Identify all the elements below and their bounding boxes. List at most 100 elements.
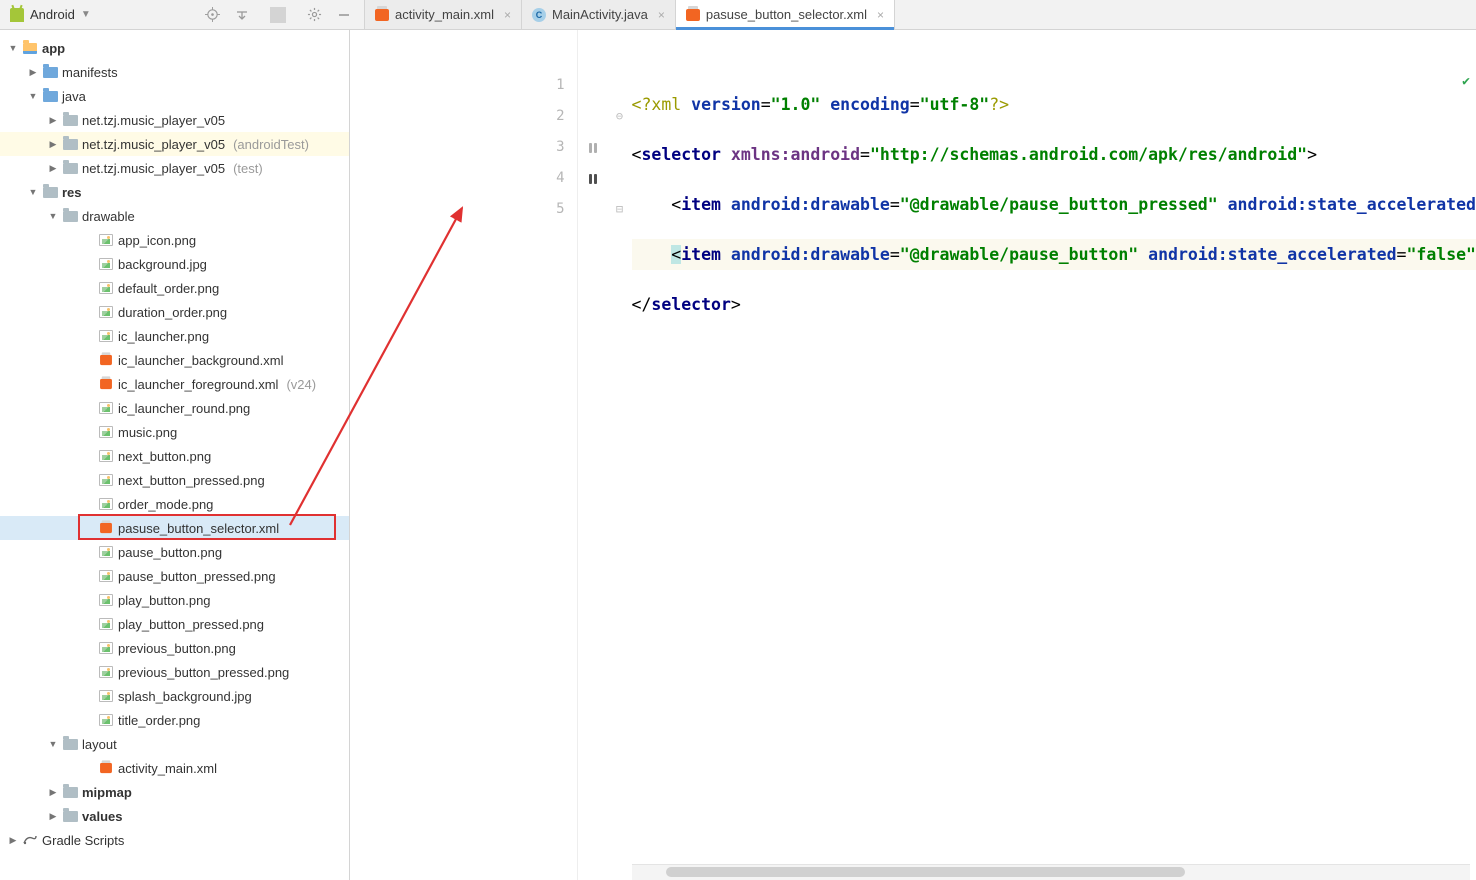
tree-file[interactable]: ▶pause_button.png [0, 540, 349, 564]
image-file-icon [99, 474, 113, 486]
package-icon [63, 139, 78, 150]
tree-file[interactable]: ▶background.jpg [0, 252, 349, 276]
project-view-selector[interactable]: Android ▼ [0, 0, 200, 29]
image-file-icon [99, 570, 113, 582]
project-tree[interactable]: ▼ app ▶ manifests ▼ java ▶ net.tzj.music… [0, 30, 349, 880]
folder-icon [43, 187, 58, 198]
toolbar-actions [200, 0, 365, 29]
xml-file-icon [686, 9, 700, 21]
tree-file[interactable]: ▶splash_background.jpg [0, 684, 349, 708]
fold-gutter: ⊖ ⊟ [608, 30, 632, 880]
image-file-icon [99, 426, 113, 438]
close-icon[interactable]: × [658, 8, 665, 22]
tree-file-label: previous_button_pressed.png [118, 665, 289, 680]
tree-file-label: pause_button.png [118, 545, 222, 560]
tree-file-selected[interactable]: ▶pasuse_button_selector.xml [0, 516, 349, 540]
close-icon[interactable]: × [504, 8, 511, 22]
tree-file[interactable]: ▶default_order.png [0, 276, 349, 300]
tree-file[interactable]: ▶play_button.png [0, 588, 349, 612]
gear-icon[interactable] [306, 7, 322, 23]
tree-file-label: ic_launcher_foreground.xml [118, 377, 278, 392]
tree-folder-layout[interactable]: ▼ layout [0, 732, 349, 756]
tree-file-label: ic_launcher_round.png [118, 401, 250, 416]
tree-folder-java[interactable]: ▼ java [0, 84, 349, 108]
tree-file-label: title_order.png [118, 713, 200, 728]
tree-file[interactable]: ▶duration_order.png [0, 300, 349, 324]
close-icon[interactable]: × [877, 8, 884, 22]
image-file-icon [99, 282, 113, 294]
project-view-label: Android [30, 7, 75, 22]
image-file-icon [99, 450, 113, 462]
tree-file[interactable]: ▶ic_launcher_background.xml [0, 348, 349, 372]
tree-file[interactable]: ▶app_icon.png [0, 228, 349, 252]
tree-file[interactable]: ▶next_button.png [0, 444, 349, 468]
tab-main-activity[interactable]: C MainActivity.java × [522, 0, 676, 29]
tree-folder-manifests[interactable]: ▶ manifests [0, 60, 349, 84]
tree-folder-values[interactable]: ▶ values [0, 804, 349, 828]
main-split: ▼ app ▶ manifests ▼ java ▶ net.tzj.music… [0, 30, 1476, 880]
tree-file[interactable]: ▶ic_launcher_foreground.xml(v24) [0, 372, 349, 396]
tree-file-label: order_mode.png [118, 497, 213, 512]
tree-file[interactable]: ▶next_button_pressed.png [0, 468, 349, 492]
tree-file[interactable]: ▶music.png [0, 420, 349, 444]
tree-module-app[interactable]: ▼ app [0, 36, 349, 60]
folder-icon [43, 67, 58, 78]
xml-file-icon [375, 9, 389, 21]
xml-file-icon [100, 379, 112, 389]
tab-label: activity_main.xml [395, 7, 494, 22]
image-file-icon [99, 258, 113, 270]
tree-file[interactable]: ▶play_button_pressed.png [0, 612, 349, 636]
tab-activity-main[interactable]: activity_main.xml × [365, 0, 522, 29]
pause-icon [587, 142, 599, 154]
gradle-icon [22, 834, 38, 846]
folder-icon [63, 739, 78, 750]
code-area[interactable]: <?xml version="1.0" encoding="utf-8"?> <… [632, 30, 1476, 880]
tree-gradle-scripts[interactable]: ▶ Gradle Scripts [0, 828, 349, 852]
folder-icon [63, 811, 78, 822]
image-file-icon [99, 234, 113, 246]
tree-file[interactable]: ▶previous_button.png [0, 636, 349, 660]
tree-file[interactable]: ▶previous_button_pressed.png [0, 660, 349, 684]
tree-file-label: background.jpg [118, 257, 207, 272]
folder-icon [43, 91, 58, 102]
tab-pause-selector[interactable]: pasuse_button_selector.xml × [676, 0, 895, 29]
tree-file-label: pasuse_button_selector.xml [118, 521, 279, 536]
package-icon [63, 115, 78, 126]
editor-tabs: activity_main.xml × C MainActivity.java … [365, 0, 895, 29]
line-number-gutter: 1 2 3 4 5 [522, 30, 578, 880]
image-file-icon [99, 498, 113, 510]
collapse-icon[interactable] [234, 7, 250, 23]
tree-folder-res[interactable]: ▼ res [0, 180, 349, 204]
tree-package-test[interactable]: ▶ net.tzj.music_player_v05 (test) [0, 156, 349, 180]
tree-file-label: next_button_pressed.png [118, 473, 265, 488]
folder-icon [63, 211, 78, 222]
tree-file[interactable]: ▶ic_launcher.png [0, 324, 349, 348]
image-file-icon [99, 666, 113, 678]
code-editor[interactable]: 1 2 3 4 5 ⊖ ⊟ <?xml version="1.0" encodi… [522, 30, 1476, 880]
xml-file-icon [100, 355, 112, 365]
target-icon[interactable] [204, 7, 220, 23]
tree-file[interactable]: ▶title_order.png [0, 708, 349, 732]
minimize-icon[interactable] [336, 7, 352, 23]
gutter-icons [578, 30, 608, 880]
image-file-icon [99, 330, 113, 342]
tree-file-label: play_button.png [118, 593, 211, 608]
toolbar-divider [270, 7, 286, 23]
tree-file[interactable]: ▶order_mode.png [0, 492, 349, 516]
tree-file[interactable]: ▶ic_launcher_round.png [0, 396, 349, 420]
tree-folder-mipmap[interactable]: ▶ mipmap [0, 780, 349, 804]
tree-file-label: duration_order.png [118, 305, 227, 320]
scrollbar-thumb[interactable] [666, 867, 1186, 877]
xml-file-icon [100, 523, 112, 533]
tree-file-label: music.png [118, 425, 177, 440]
tree-package-androidtest[interactable]: ▶ net.tzj.music_player_v05 (androidTest) [0, 132, 349, 156]
tree-file[interactable]: ▶pause_button_pressed.png [0, 564, 349, 588]
tree-folder-drawable[interactable]: ▼ drawable [0, 204, 349, 228]
tree-file-label: ic_launcher.png [118, 329, 209, 344]
horizontal-scrollbar[interactable] [632, 864, 1470, 880]
tab-label: MainActivity.java [552, 7, 648, 22]
android-icon [10, 8, 24, 22]
image-file-icon [99, 714, 113, 726]
tree-package[interactable]: ▶ net.tzj.music_player_v05 [0, 108, 349, 132]
tree-file[interactable]: ▶ activity_main.xml [0, 756, 349, 780]
